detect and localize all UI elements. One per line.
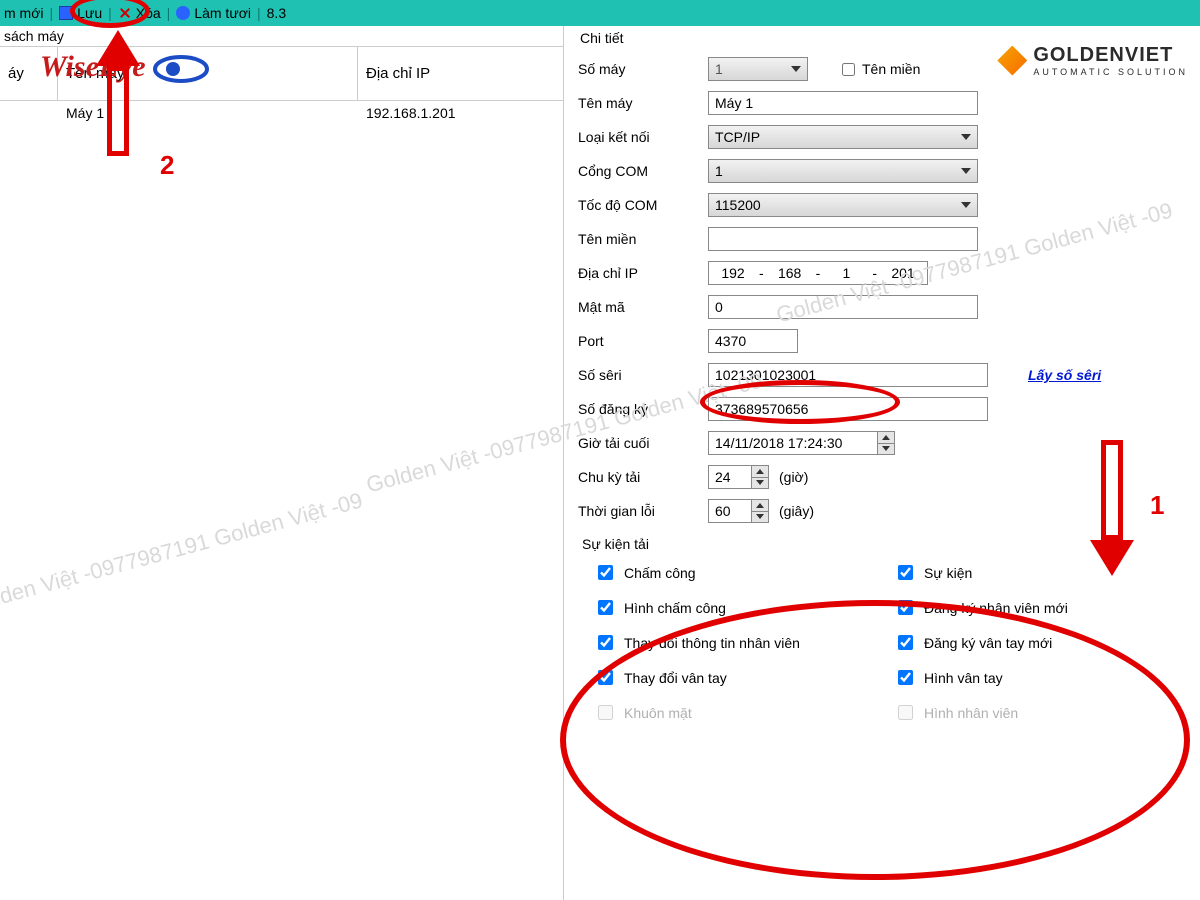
toolbar: m mới | Lưu | Xóa | Làm tươi | 8.3 [0,0,1200,26]
chk-change-fp[interactable]: Thay đổi vân tay [594,667,894,688]
label-serial: Số sêri [578,367,708,383]
label-conn-type: Loại kết nối [578,129,708,145]
ip-seg-4[interactable] [879,263,927,283]
regno-input[interactable] [708,397,988,421]
chk-change-fp-box[interactable] [598,670,613,685]
goldenviet-logo: GOLDENVIET AUTOMATIC SOLUTION [997,44,1188,77]
annotation-number-2: 2 [160,150,174,181]
chk-change-info-box[interactable] [598,635,613,650]
password-input[interactable] [708,295,978,319]
domain-checkbox-wrap[interactable]: Tên miền [838,60,968,79]
label-com-speed: Tốc độ COM [578,197,708,213]
ip-seg-3[interactable] [822,263,870,283]
chk-emp-image[interactable]: Hình nhân viên [894,702,1154,723]
com-speed-select[interactable] [708,193,978,217]
events-title: Sự kiện tải [578,532,1192,556]
new-button[interactable]: m mới [4,5,44,21]
goldenviet-icon [997,46,1027,76]
chk-att-image[interactable]: Hình chấm công [594,597,894,618]
separator: | [108,5,112,21]
refresh-label: Làm tươi [194,5,251,21]
separator: | [167,5,171,21]
chk-face-box[interactable] [598,705,613,720]
cell-id [0,101,58,125]
chk-new-emp-box[interactable] [898,600,913,615]
separator: | [257,5,261,21]
chk-new-fp[interactable]: Đăng ký vân tay mới [894,632,1154,653]
chk-fp-image-box[interactable] [898,670,913,685]
dl-cycle-unit: (giờ) [779,469,808,485]
conn-type-select[interactable] [708,125,978,149]
machine-name-input[interactable] [708,91,978,115]
label-machine-name: Tên máy [578,95,708,111]
cell-name: Máy 1 [58,101,358,125]
label-dl-cycle: Chu kỳ tải [578,469,708,485]
goldenviet-sub: AUTOMATIC SOLUTION [1033,67,1188,77]
cell-ip: 192.168.1.201 [358,101,563,125]
com-port-select[interactable] [708,159,978,183]
chk-change-info[interactable]: Thay đổi thông tin nhân viên [594,632,894,653]
list-title: sách máy [0,26,563,46]
detail-panel: Chi tiết Số máy Tên miền Tên máy Loại kế… [564,26,1200,900]
serial-input[interactable] [708,363,988,387]
goldenviet-text: GOLDENVIET [1033,44,1173,66]
version-label: 8.3 [267,5,286,21]
chk-fp-image[interactable]: Hình vân tay [894,667,1154,688]
err-time-unit: (giây) [779,503,814,519]
save-button[interactable]: Lưu [59,5,102,21]
label-port: Port [578,333,708,349]
label-last-dl: Giờ tải cuối [578,435,708,451]
err-time-input[interactable] [708,499,752,523]
new-label: m mới [4,5,44,21]
dl-cycle-spin[interactable] [752,465,769,489]
ip-seg-2[interactable] [766,263,814,283]
events-grid: Chấm công Sự kiện Hình chấm công Đăng ký… [578,556,1192,729]
eye-icon [153,53,213,85]
chk-new-fp-box[interactable] [898,635,913,650]
wiseeye-logo: WiseEye [40,50,213,85]
chk-attendance[interactable]: Chấm công [594,562,894,583]
last-dl-input[interactable] [708,431,878,455]
table-row[interactable]: Máy 1 192.168.1.201 [0,101,563,125]
label-ip: Địa chỉ IP [578,265,708,281]
separator: | [50,5,54,21]
err-time-spin[interactable] [752,499,769,523]
chk-event[interactable]: Sự kiện [894,562,1154,583]
chk-emp-image-box[interactable] [898,705,913,720]
col-ip[interactable]: Địa chỉ IP [358,47,563,100]
machine-list-panel: sách máy áy Tên máy Địa chỉ IP Máy 1 192… [0,26,564,900]
label-password: Mật mã [578,299,708,315]
refresh-icon [176,6,190,20]
label-err-time: Thời gian lỗi [578,503,708,519]
chk-event-box[interactable] [898,565,913,580]
label-machine-no: Số máy [578,61,708,77]
refresh-button[interactable]: Làm tươi [176,5,251,21]
domain-checkbox[interactable] [842,63,855,76]
ip-input[interactable]: - - - [708,261,928,285]
get-serial-link[interactable]: Lấy số sêri [1028,367,1101,383]
save-label: Lưu [77,5,102,21]
port-input[interactable] [708,329,798,353]
label-domain: Tên miền [578,231,708,247]
chk-face[interactable]: Khuôn mặt [594,702,894,723]
machine-no-select[interactable] [708,57,808,81]
label-regno: Số đăng ký [578,401,708,417]
chk-attendance-box[interactable] [598,565,613,580]
annotation-number-1: 1 [1150,490,1164,521]
label-com-port: Cổng COM [578,163,708,179]
save-icon [59,6,73,20]
delete-icon [118,6,132,20]
chk-new-emp[interactable]: Đăng ký nhân viên mới [894,597,1154,618]
dl-cycle-input[interactable] [708,465,752,489]
delete-button[interactable]: Xóa [118,5,161,21]
delete-label: Xóa [136,5,161,21]
last-dl-spin[interactable] [878,431,895,455]
ip-seg-1[interactable] [709,263,757,283]
domain-input[interactable] [708,227,978,251]
chk-att-image-box[interactable] [598,600,613,615]
domain-checkbox-label: Tên miền [862,61,920,77]
